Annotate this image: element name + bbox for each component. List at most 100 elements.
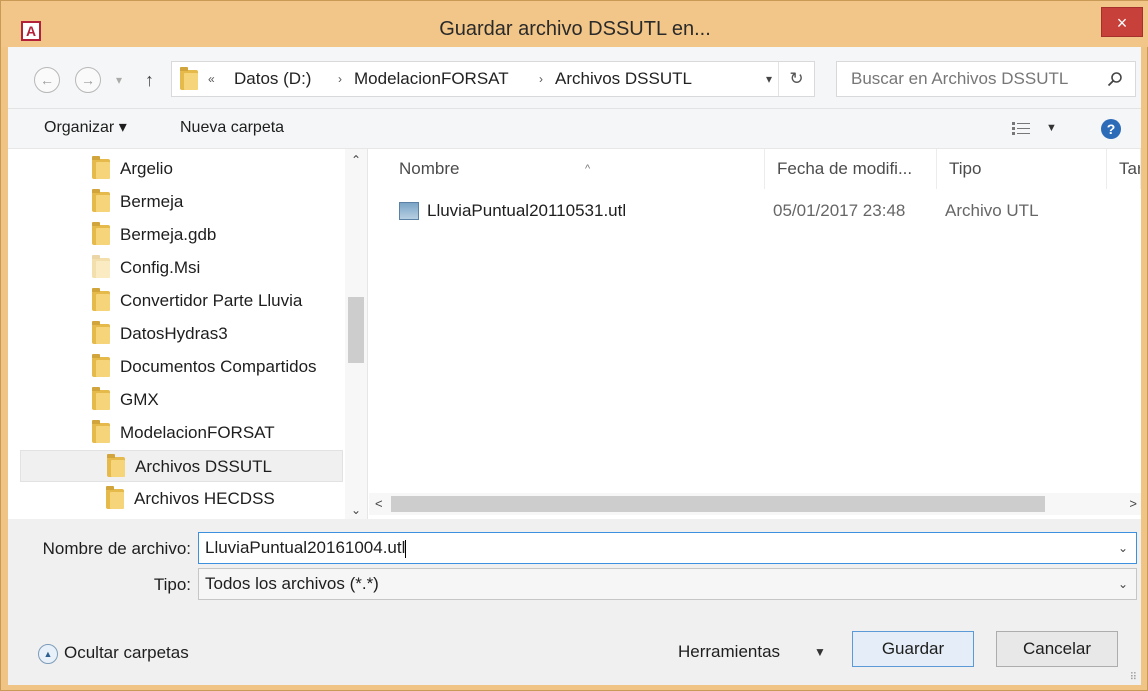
tree-item-config-msi[interactable]: Config.Msi — [20, 252, 343, 284]
cancel-button[interactable]: Cancelar — [996, 631, 1118, 667]
folder-icon — [180, 67, 198, 90]
breadcrumb-archivos-dssutl[interactable]: Archivos DSSUTL — [555, 62, 692, 96]
navigation-tree[interactable]: Argelio Bermeja Bermeja.gdb Config.Msi C… — [8, 149, 368, 519]
tree-item-label: GMX — [120, 390, 159, 409]
save-dialog: A Guardar archivo DSSUTL en... × ← → ▾ ↑… — [0, 0, 1148, 691]
save-form: Nombre de archivo: LluviaPuntual20161004… — [8, 519, 1141, 685]
file-list[interactable]: Nombre ^ Fecha de modifi... Tipo Tar Llu… — [369, 149, 1141, 519]
file-type-select[interactable]: Todos los archivos (*.*) ⌄ — [198, 568, 1137, 600]
chevron-down-icon[interactable]: ⌄ — [1118, 533, 1128, 563]
tree-item-label: ModelacionFORSAT — [120, 423, 275, 442]
column-header-name[interactable]: Nombre ^ — [387, 149, 765, 189]
file-icon — [399, 202, 419, 220]
folder-icon — [107, 454, 125, 477]
tree-scrollbar[interactable]: ⌃ ⌄ — [345, 149, 367, 519]
tree-item-bermeja-gdb[interactable]: Bermeja.gdb — [20, 219, 343, 251]
column-header-label: Nombre — [399, 159, 460, 178]
address-bar[interactable]: « Datos (D:) › ModelacionFORSAT › Archiv… — [171, 61, 815, 97]
tree-item-label: Bermeja — [120, 192, 184, 211]
text-caret — [405, 539, 407, 558]
breadcrumb-modelacion[interactable]: ModelacionFORSAT — [354, 62, 509, 96]
forward-icon[interactable]: → — [75, 67, 101, 93]
folder-icon — [92, 222, 110, 245]
dialog-body: ← → ▾ ↑ « Datos (D:) › ModelacionFORSAT … — [8, 47, 1141, 685]
tree-item-modelacionforsat[interactable]: ModelacionFORSAT — [20, 417, 343, 449]
chevron-up-icon[interactable]: ⌃ — [345, 153, 367, 167]
tree-item-label: Archivos HECDSS — [134, 489, 275, 508]
chevron-down-icon[interactable]: ▾ — [766, 62, 772, 96]
refresh-icon[interactable]: ↻ — [778, 62, 814, 96]
column-header-date[interactable]: Fecha de modifi... — [765, 149, 937, 189]
view-options-icon[interactable] — [1012, 121, 1030, 135]
chevron-up-icon: ▲ — [38, 643, 58, 664]
chevron-down-icon[interactable]: ⌄ — [1118, 569, 1128, 599]
file-type-value: Todos los archivos (*.*) — [205, 574, 379, 593]
address-row: ← → ▾ ↑ « Datos (D:) › ModelacionFORSAT … — [8, 47, 1141, 109]
file-type-label: Tipo: — [153, 575, 191, 594]
tree-item-documentos[interactable]: Documentos Compartidos — [20, 351, 343, 383]
window-title: Guardar archivo DSSUTL en... — [439, 18, 711, 40]
back-icon[interactable]: ← — [34, 67, 60, 93]
chevron-down-icon[interactable]: ▼ — [1046, 109, 1057, 147]
tree-scrollbar-thumb[interactable] — [348, 297, 364, 363]
folder-icon — [92, 288, 110, 311]
tree-item-label: Archivos DSSUTL — [135, 457, 272, 476]
save-button[interactable]: Guardar — [852, 631, 974, 667]
tree-item-gmx[interactable]: GMX — [20, 384, 343, 416]
title-bar[interactable]: A Guardar archivo DSSUTL en... × — [1, 1, 1148, 47]
file-row[interactable]: LluviaPuntual20110531.utl 05/01/2017 23:… — [393, 197, 1093, 225]
breadcrumb-drive[interactable]: Datos (D:) — [234, 62, 311, 96]
resize-grip-icon[interactable]: ⠿ — [1130, 672, 1137, 683]
up-icon[interactable]: ↑ — [145, 67, 154, 93]
tree-item-label: Argelio — [120, 159, 173, 178]
file-type: Archivo UTL — [945, 201, 1039, 220]
tools-button[interactable]: Herramientas — [678, 637, 780, 667]
hide-folders-button[interactable]: ▲ Ocultar carpetas — [38, 641, 189, 665]
folder-icon — [92, 354, 110, 377]
folder-icon — [92, 321, 110, 344]
search-placeholder: Buscar en Archivos DSSUTL — [851, 69, 1069, 88]
tree-item-label: Convertidor Parte Lluvia — [120, 291, 303, 310]
folder-icon — [92, 255, 110, 278]
file-name-value: LluviaPuntual20161004.utl — [205, 538, 406, 557]
help-icon[interactable]: ? — [1101, 119, 1121, 139]
chevron-down-icon[interactable]: ▼ — [814, 637, 826, 667]
toolbar: Organizar ▾ Nueva carpeta ▼ ? — [8, 109, 1141, 149]
organize-button[interactable]: Organizar ▾ — [44, 109, 127, 147]
tree-item-convertidor[interactable]: Convertidor Parte Lluvia — [20, 285, 343, 317]
file-name-label: Nombre de archivo: — [42, 539, 191, 558]
overflow-icon[interactable]: « — [208, 62, 215, 96]
file-name: LluviaPuntual20110531.utl — [427, 201, 627, 220]
breadcrumb-separator-icon[interactable]: › — [338, 62, 342, 96]
horizontal-scrollbar[interactable]: < > — [369, 493, 1141, 515]
tree-item-bermeja[interactable]: Bermeja — [20, 186, 343, 218]
tree-item-argelio[interactable]: Argelio — [20, 153, 343, 185]
search-icon[interactable] — [1107, 71, 1123, 87]
hide-folders-label: Ocultar carpetas — [64, 643, 189, 662]
sort-ascending-icon: ^ — [585, 163, 591, 175]
folder-icon — [92, 387, 110, 410]
tree-item-label: Config.Msi — [120, 258, 201, 277]
file-date: 05/01/2017 23:48 — [773, 201, 906, 220]
folder-icon — [92, 156, 110, 179]
tree-item-archivos-dssutl[interactable]: Archivos DSSUTL — [20, 450, 343, 482]
new-folder-button[interactable]: Nueva carpeta — [180, 109, 284, 147]
tree-item-label: DatosHydras3 — [120, 324, 228, 343]
breadcrumb-separator-icon[interactable]: › — [539, 62, 543, 96]
recent-locations-icon[interactable]: ▾ — [116, 67, 122, 93]
folder-icon — [92, 420, 110, 443]
chevron-right-icon[interactable]: > — [1129, 493, 1137, 515]
chevron-down-icon[interactable]: ⌄ — [345, 503, 367, 517]
column-header-size[interactable]: Tar — [1107, 149, 1141, 189]
folder-icon — [106, 486, 124, 509]
tree-item-archivos-hecdss[interactable]: Archivos HECDSS — [20, 483, 343, 515]
horizontal-scrollbar-thumb[interactable] — [391, 496, 1045, 512]
search-input[interactable]: Buscar en Archivos DSSUTL — [836, 61, 1136, 97]
chevron-left-icon[interactable]: < — [375, 493, 383, 515]
tree-item-label: Bermeja.gdb — [120, 225, 217, 244]
tree-item-datoshydras3[interactable]: DatosHydras3 — [20, 318, 343, 350]
tree-item-label: Documentos Compartidos — [120, 357, 317, 376]
column-header-type[interactable]: Tipo — [937, 149, 1107, 189]
file-name-field[interactable]: LluviaPuntual20161004.utl ⌄ — [198, 532, 1137, 564]
close-button[interactable]: × — [1101, 7, 1143, 37]
